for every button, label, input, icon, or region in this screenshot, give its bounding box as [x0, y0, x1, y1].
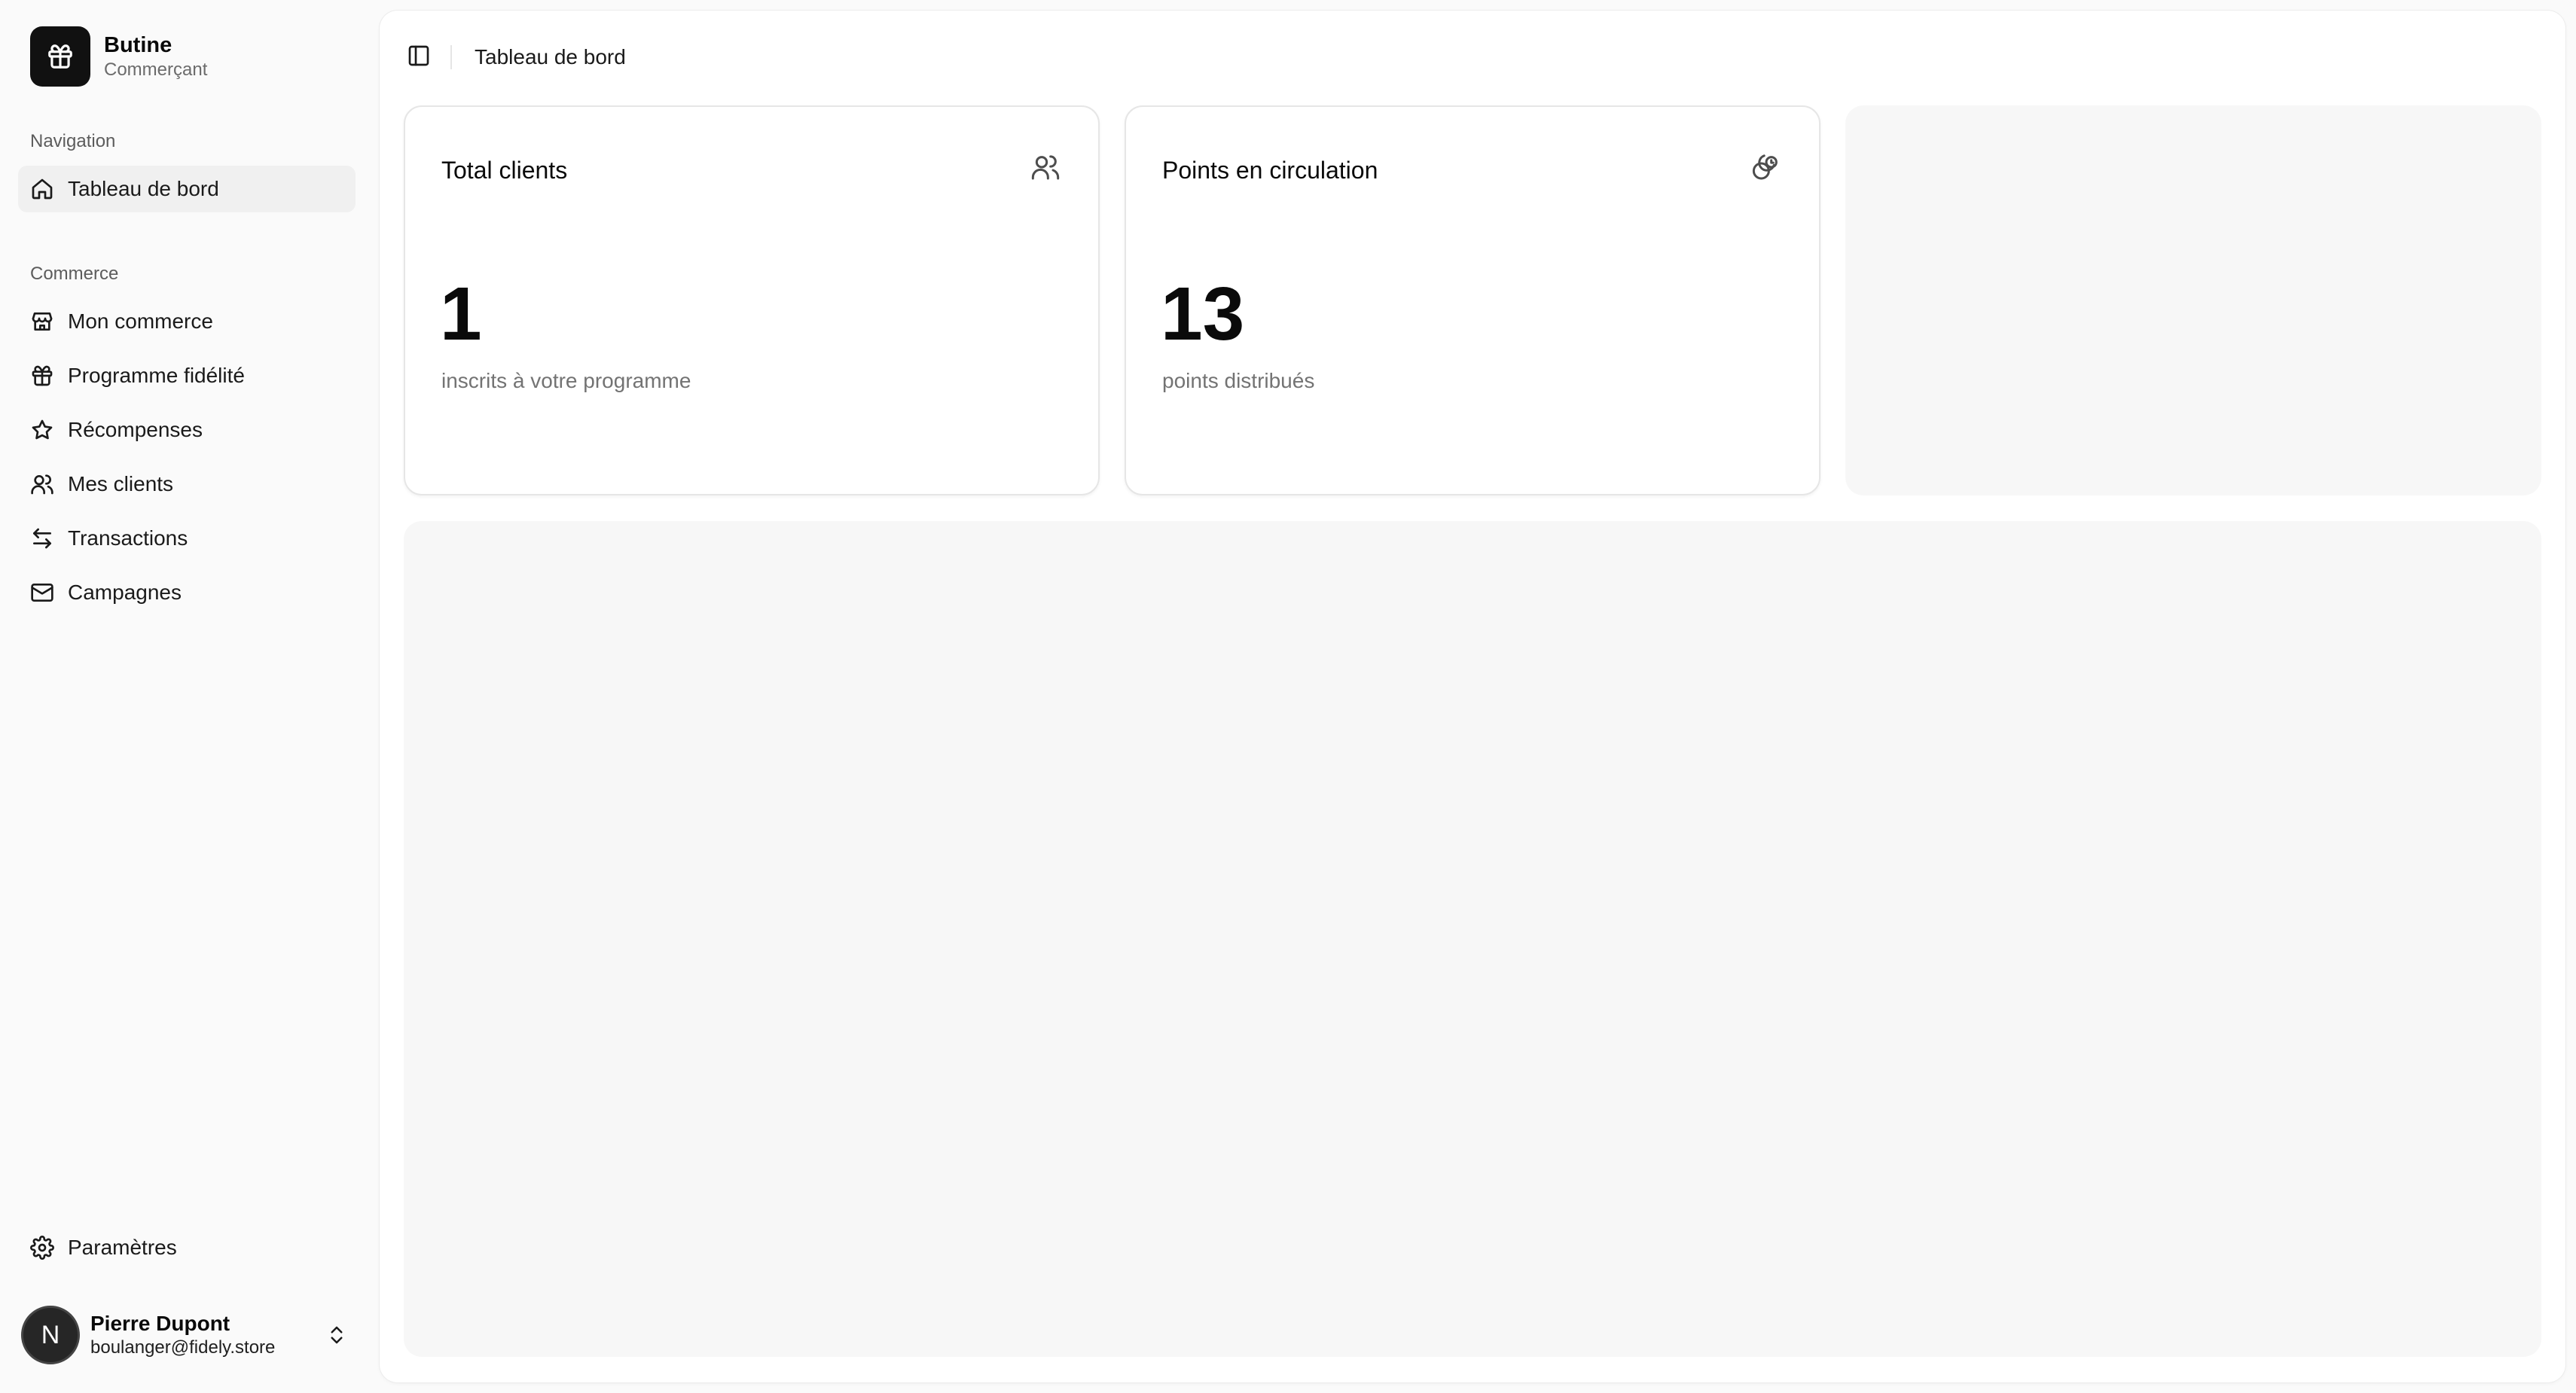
sidebar-item-transactions[interactable]: Transactions: [18, 515, 356, 562]
sidebar-item-label: Mes clients: [68, 472, 174, 495]
sidebar-item-label: Transactions: [68, 526, 188, 550]
sidebar-item-clients[interactable]: Mes clients: [18, 461, 356, 508]
gift-icon: [30, 26, 90, 87]
group-label-commerce: Commerce: [30, 264, 119, 284]
brand-role: Commerçant: [104, 59, 208, 80]
stat-card-caption: points distribués: [1162, 369, 1315, 392]
sidebar-item-campaigns[interactable]: Campagnes: [18, 569, 356, 616]
sidebar-item-label: Tableau de bord: [68, 177, 219, 200]
store-icon: [29, 308, 56, 335]
avatar: N: [21, 1306, 80, 1364]
users-icon: [29, 471, 56, 498]
user-name: Pierre Dupont: [90, 1312, 230, 1335]
stat-card-title: Total clients: [441, 157, 568, 184]
star-icon: [29, 416, 56, 444]
sidebar-toggle-button[interactable]: [398, 36, 440, 78]
sidebar-item-label: Programme fidélité: [68, 364, 245, 387]
sidebar-item-label: Mon commerce: [68, 309, 213, 333]
home-icon: [29, 175, 56, 203]
stat-card-points: Points en circulation 13 points distribu…: [1125, 105, 1821, 495]
header: Tableau de bord: [380, 11, 2565, 104]
stat-card-title: Points en circulation: [1162, 157, 1378, 184]
user-menu[interactable]: N Pierre Dupont boulanger@fidely.store: [18, 1304, 357, 1366]
header-divider: [450, 45, 452, 69]
arrows-icon: [29, 525, 56, 552]
stat-card-total-clients: Total clients 1 inscrits à votre program…: [404, 105, 1100, 495]
gear-icon: [29, 1234, 56, 1261]
sidebar-item-label: Récompenses: [68, 418, 203, 441]
chevrons-up-down-icon: [324, 1322, 349, 1348]
user-email: boulanger@fidely.store: [90, 1337, 276, 1358]
stat-card-caption: inscrits à votre programme: [441, 369, 691, 392]
sidebar-item-settings[interactable]: Paramètres: [18, 1224, 356, 1271]
brand-name: Butine: [104, 33, 172, 57]
sidebar-item-label: Paramètres: [68, 1236, 177, 1259]
brand-switcher[interactable]: Butine Commerçant: [18, 23, 357, 90]
sidebar-item-label: Campagnes: [68, 581, 182, 604]
app-root: Butine Commerçant Navigation Tableau de …: [0, 0, 2576, 1393]
sidebar: Butine Commerçant Navigation Tableau de …: [0, 0, 378, 1393]
stat-card-value: 13: [1161, 272, 1245, 356]
group-label-navigation: Navigation: [30, 131, 116, 151]
stat-card-value: 1: [440, 272, 482, 356]
coins-icon: [1751, 152, 1784, 185]
main-panel: Tableau de bord Total clients 1 inscrits…: [380, 11, 2565, 1382]
sidebar-item-rewards[interactable]: Récompenses: [18, 407, 356, 453]
gift-icon: [29, 362, 56, 389]
sidebar-item-dashboard[interactable]: Tableau de bord: [18, 166, 356, 212]
breadcrumb: Tableau de bord: [475, 45, 626, 69]
loading-placeholder-panel: [404, 521, 2541, 1357]
loading-placeholder-card: [1845, 105, 2541, 495]
sidebar-item-loyalty-program[interactable]: Programme fidélité: [18, 352, 356, 399]
mail-icon: [29, 579, 56, 606]
panel-left-icon: [407, 44, 431, 72]
sidebar-item-store[interactable]: Mon commerce: [18, 298, 356, 345]
users-icon: [1030, 152, 1064, 185]
